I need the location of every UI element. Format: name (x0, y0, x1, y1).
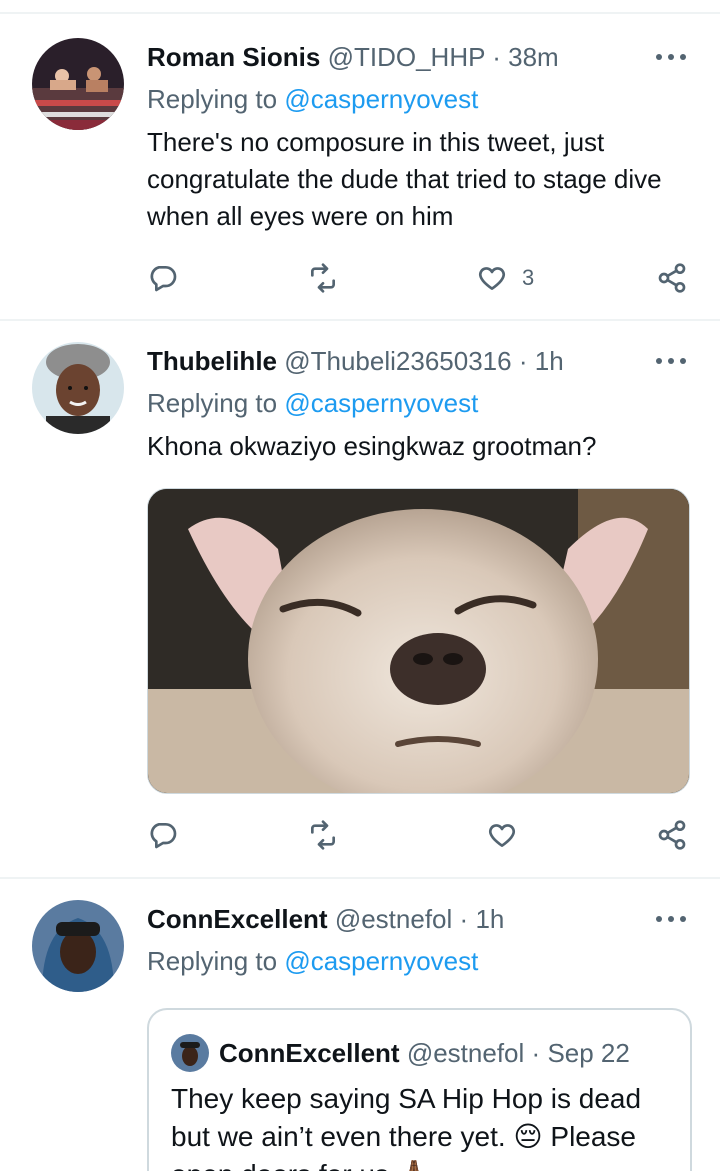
tweet-text: There's no composure in this tweet, just… (147, 127, 662, 231)
tweet-media-image[interactable] (147, 488, 690, 794)
avatar[interactable] (32, 38, 124, 130)
reply-icon (150, 266, 177, 292)
avatar[interactable] (32, 342, 124, 434)
username[interactable]: @TIDO_HHP (328, 42, 485, 72)
quote-username: @estnefol (406, 1038, 525, 1068)
mention-link[interactable]: @caspernyovest (284, 946, 478, 976)
mention-link[interactable]: @caspernyovest (284, 84, 478, 114)
retweet-icon (311, 820, 335, 850)
timestamp[interactable]: 1h (535, 346, 564, 376)
divider (0, 877, 720, 879)
divider (0, 319, 720, 321)
action-bar (0, 815, 720, 855)
quote-avatar (171, 1034, 209, 1072)
reply-thread: Roman Sionis @TIDO_HHP · 38m Replying to… (0, 0, 720, 1171)
retweet-button[interactable] (307, 258, 339, 298)
username[interactable]: @estnefol (335, 904, 452, 934)
replying-prefix: Replying to (147, 388, 285, 418)
replying-prefix: Replying to (147, 946, 285, 976)
reply-button[interactable] (147, 258, 179, 298)
like-button[interactable]: 3 (476, 258, 534, 298)
avatar-image (32, 342, 124, 434)
display-name[interactable]: Roman Sionis (147, 42, 320, 72)
like-button[interactable] (486, 815, 532, 855)
chihuahua-photo (148, 489, 689, 793)
reply-button[interactable] (147, 815, 179, 855)
quote-text: They keep saying SA Hip Hop is dead but … (171, 1083, 642, 1171)
mention-link[interactable]: @caspernyovest (284, 388, 478, 418)
replying-prefix: Replying to (147, 84, 285, 114)
tweet-header: ConnExcellent @estnefol · 1h (147, 902, 680, 936)
avatar-image (32, 900, 124, 992)
replying-to: Replying to @caspernyovest (147, 386, 478, 420)
heart-icon (488, 824, 516, 847)
separator: · (459, 904, 469, 934)
quote-display-name: ConnExcellent (219, 1038, 400, 1068)
timestamp[interactable]: 38m (508, 42, 559, 72)
avatar[interactable] (32, 900, 124, 992)
quote-timestamp: Sep 22 (547, 1038, 630, 1068)
avatar-image (32, 38, 124, 130)
divider (0, 12, 720, 14)
timestamp[interactable]: 1h (475, 904, 504, 934)
action-bar: 3 (0, 258, 720, 298)
tweet-text: Khona okwaziyo esingkwaz grootman? (147, 431, 597, 461)
like-count: 3 (522, 265, 535, 290)
share-icon (658, 820, 686, 850)
separator: · (531, 1038, 541, 1068)
separator: · (492, 42, 501, 72)
more-icon[interactable] (656, 914, 686, 924)
retweet-icon (311, 263, 335, 293)
quoted-tweet[interactable]: ConnExcellent @estnefol · Sep 22 They ke… (147, 1008, 692, 1171)
tweet-header: Roman Sionis @TIDO_HHP · 38m (147, 40, 680, 74)
tweet-header: Thubelihle @Thubeli23650316 · 1h (147, 344, 680, 378)
replying-to: Replying to @caspernyovest (147, 944, 478, 978)
replying-to: Replying to @caspernyovest (147, 82, 478, 116)
avatar-image (171, 1034, 209, 1072)
share-icon (658, 263, 686, 293)
quote-header: ConnExcellent @estnefol · Sep 22 (219, 1036, 630, 1070)
retweet-button[interactable] (307, 815, 339, 855)
display-name[interactable]: Thubelihle (147, 346, 277, 376)
more-icon[interactable] (656, 356, 686, 366)
reply-icon (150, 823, 177, 849)
display-name[interactable]: ConnExcellent (147, 904, 328, 934)
share-button[interactable] (656, 258, 688, 298)
heart-icon (478, 267, 506, 290)
more-icon[interactable] (656, 52, 686, 62)
separator: · (518, 346, 528, 376)
share-button[interactable] (656, 815, 688, 855)
username[interactable]: @Thubeli23650316 (284, 346, 511, 376)
